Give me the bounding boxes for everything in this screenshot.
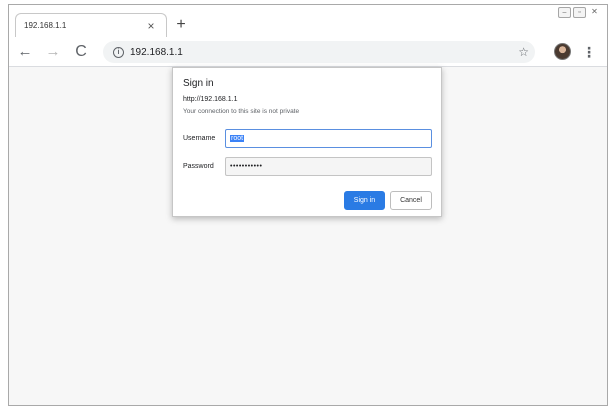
password-label: Password	[183, 163, 214, 170]
tab-192-168-1-1[interactable]: 192.168.1.1 ×	[15, 13, 167, 37]
maximize-icon[interactable]: ▫	[573, 7, 586, 18]
close-icon[interactable]: ×	[144, 19, 158, 33]
star-icon[interactable]: ☆	[518, 45, 529, 59]
toolbar: ← → C i 192.168.1.1 ☆ ⋮	[9, 37, 607, 67]
minimize-icon[interactable]: –	[558, 7, 571, 18]
forward-arrow-icon[interactable]: →	[43, 42, 63, 62]
tab-strip: 192.168.1.1 × + – ▫ ✕	[9, 5, 607, 37]
menu-kebab-icon[interactable]: ⋮	[581, 42, 597, 62]
sign-in-dialog: Sign in http://192.168.1.1 Your connecti…	[172, 67, 442, 217]
window-controls: – ▫ ✕	[558, 7, 601, 18]
password-field[interactable]: •••••••••••	[225, 157, 432, 176]
dialog-url: http://192.168.1.1	[183, 96, 238, 103]
new-tab-icon[interactable]: +	[173, 17, 189, 33]
sign-in-button[interactable]: Sign in	[344, 191, 385, 210]
privacy-warning: Your connection to this site is not priv…	[183, 108, 300, 115]
info-icon[interactable]: i	[113, 46, 124, 58]
dialog-title: Sign in	[183, 78, 214, 89]
browser-window: 192.168.1.1 × + – ▫ ✕ ← → C i 192.168.1.…	[8, 4, 608, 406]
address-bar[interactable]: i 192.168.1.1 ☆	[103, 41, 535, 63]
username-label: Username	[183, 135, 216, 142]
cancel-button[interactable]: Cancel	[390, 191, 432, 210]
avatar[interactable]	[554, 43, 571, 60]
username-value: root	[230, 135, 245, 142]
page-content: Sign in http://192.168.1.1 Your connecti…	[9, 67, 607, 405]
back-arrow-icon[interactable]: ←	[15, 42, 35, 62]
window-close-icon[interactable]: ✕	[588, 7, 601, 18]
username-field[interactable]: root	[225, 129, 432, 148]
reload-icon[interactable]: C	[71, 42, 91, 62]
url-text[interactable]: 192.168.1.1	[130, 47, 518, 58]
tab-title: 192.168.1.1	[24, 21, 67, 30]
password-value: •••••••••••	[230, 163, 263, 170]
